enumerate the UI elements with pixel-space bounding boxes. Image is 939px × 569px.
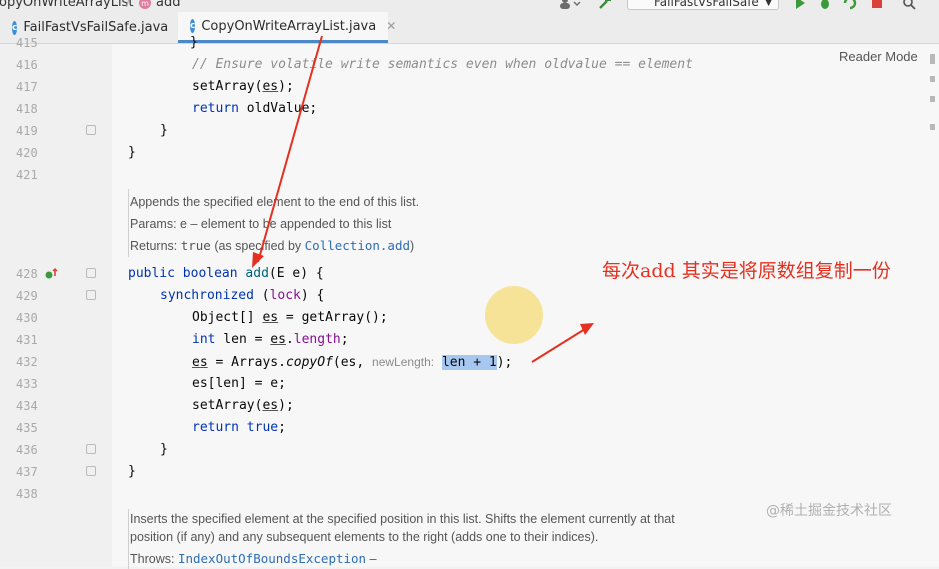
line-number: 435 [16,421,38,435]
line-number: 418 [16,102,38,116]
close-icon[interactable]: ✕ [386,19,396,33]
code-line: } [160,123,168,138]
breadcrumb-method[interactable]: add [156,0,180,10]
code-comment: // Ensure volatile write semantics even … [192,57,693,72]
svg-text:m: m [141,0,149,8]
text-selection[interactable]: len + 1 [441,355,497,370]
stop-icon[interactable] [870,0,884,10]
line-number: 430 [16,311,38,325]
line-number: 428 [16,267,38,281]
line-number: 421 [16,168,38,182]
javadoc-params: Params: e – element to be appended to th… [130,217,392,231]
chevron-down-icon: ▼ [765,0,772,8]
annotation-text: 每次add 其实是将原数组复制一份 [602,260,891,282]
parameter-hint: newLength: [372,355,435,369]
rendered-javadoc: Appends the specified element to the end… [130,191,870,257]
code-line: Object[] es = getArray(); [192,310,388,325]
watermark: @稀土掘金技术社区 [766,503,892,519]
fold-marker-icon[interactable] [86,290,96,300]
cursor-highlight [485,286,543,344]
javadoc-summary: Appends the specified element to the end… [130,195,420,209]
build-hammer-icon[interactable] [598,0,612,10]
breadcrumb-separator: / [126,0,131,10]
scrollbar[interactable] [928,54,937,554]
code-line: } [190,35,198,50]
line-number: 437 [16,465,38,479]
code-line: synchronized (lock) { [160,288,325,303]
code-line: public boolean add(E e) { [128,266,324,281]
line-number: 431 [16,333,38,347]
method-name[interactable]: add [245,266,268,281]
line-number: 415 [16,36,38,50]
doc-bar [128,509,129,569]
rendered-javadoc: Inserts the specified element at the spe… [130,512,675,566]
code-line: setArray(es); [192,398,294,413]
user-icon[interactable] [558,0,582,10]
doc-bar [128,189,129,257]
fold-marker-icon[interactable] [86,444,96,454]
line-number: 417 [16,80,38,94]
tab-copy-on-write-array-list[interactable]: c CopyOnWriteArrayList.java ✕ [178,12,396,43]
line-number: 416 [16,58,38,72]
line-number: 438 [16,487,38,501]
tab-label: CopyOnWriteArrayList.java [201,18,377,34]
code-line: int len = es.length; [192,332,349,347]
editor-tab-bar: c FailFastVsFailSafe.java ✕ c CopyOnWrit… [0,12,939,44]
fold-marker-icon[interactable] [86,268,96,278]
method-icon: m [139,0,151,9]
debug-icon[interactable] [818,0,832,10]
run-icon[interactable] [793,0,807,10]
javadoc-returns: Returns: true (as specified by Collectio… [130,238,415,253]
run-configuration-select[interactable]: FailFastVsFailSafe ▼ [627,0,779,10]
navigation-bar: opyOnWriteArrayList / m add FailFastVsFa… [0,0,939,12]
code-line: es[len] = e; [192,376,286,391]
java-class-icon: c [190,19,196,33]
tab-label: FailFastVsFailSafe.java [23,20,169,35]
code-editor[interactable]: Reader Mode 415 416 417 418 419 420 421 … [0,35,939,569]
line-number: 420 [16,146,38,160]
code-line: // Ensure volatile write semantics even … [192,54,693,76]
code-line: es = Arrays.copyOf(es, newLength: len + … [192,355,513,370]
fold-marker-icon[interactable] [86,466,96,476]
line-number: 432 [16,355,38,369]
code-line: } [160,442,168,457]
code-line: return true; [192,420,286,435]
coverage-icon[interactable] [843,0,857,10]
implementation-marker-icon[interactable] [44,267,58,281]
line-number: 433 [16,377,38,391]
line-number: 419 [16,124,38,138]
fold-marker-icon[interactable] [86,125,96,135]
breadcrumb-class[interactable]: opyOnWriteArrayList [0,0,133,10]
javadoc-link[interactable]: IndexOutOfBoundsException [178,551,366,566]
javadoc-link[interactable]: Collection.add [305,238,410,253]
code-line: } [128,145,136,160]
line-number: 436 [16,443,38,457]
line-number: 429 [16,289,38,303]
run-configuration-label: FailFastVsFailSafe [654,0,759,9]
code-line: setArray(es); [192,79,294,94]
line-number: 434 [16,399,38,413]
code-line: } [128,464,136,479]
reader-mode-toggle[interactable]: Reader Mode [839,49,918,64]
search-icon[interactable] [902,0,916,10]
code-line: return oldValue; [192,101,318,116]
